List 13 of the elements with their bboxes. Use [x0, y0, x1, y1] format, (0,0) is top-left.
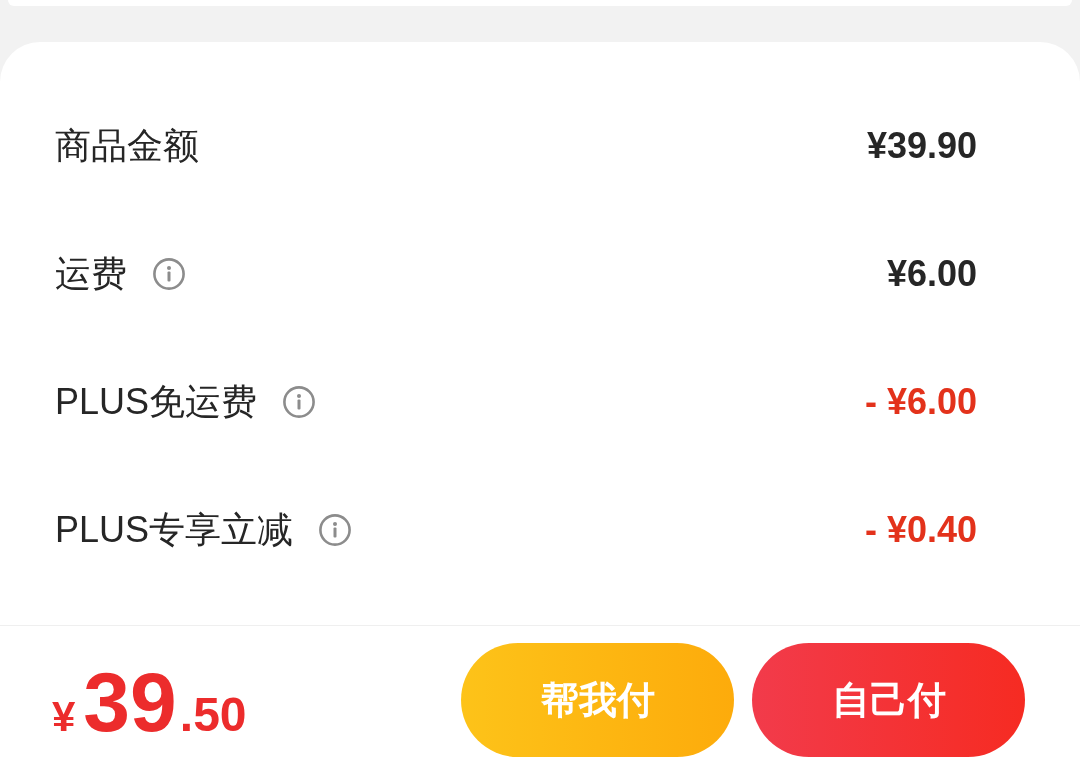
info-icon[interactable]: [153, 258, 185, 290]
total-price: ¥39.50: [52, 660, 247, 744]
amount-text: - ¥0.40: [864, 508, 977, 552]
amount-text: ¥39.90: [866, 124, 977, 168]
row-label: 商品金额: [55, 124, 199, 168]
pay-button[interactable]: 自己付: [752, 643, 1025, 757]
info-icon[interactable]: [283, 386, 316, 418]
row-label: PLUS免运费: [55, 380, 258, 424]
row-label: PLUS专享立减: [55, 508, 294, 552]
info-icon[interactable]: [319, 514, 352, 546]
amount-text: - ¥6.00: [864, 380, 977, 424]
row-label: 运费: [55, 252, 127, 296]
amount-text: ¥6.00: [886, 252, 977, 296]
